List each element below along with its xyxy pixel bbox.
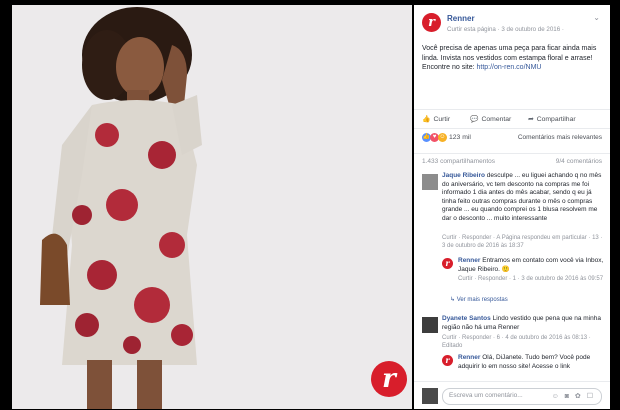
comment-button[interactable]: 💬 Comentar bbox=[470, 115, 511, 123]
brand-logo-letter: r bbox=[382, 364, 396, 394]
share-count-row: 1.433 compartilhamentos 9/4 comentários bbox=[414, 153, 610, 168]
comment-actions[interactable]: Curtir · Responder · A Página respondeu … bbox=[442, 235, 604, 250]
comment-sort-dropdown[interactable]: Comentários mais relevantes bbox=[518, 134, 602, 141]
post-header: r Renner Curtir esta página · 3 de outub… bbox=[414, 5, 610, 40]
page-avatar[interactable]: r bbox=[422, 13, 441, 32]
avatar bbox=[422, 388, 438, 404]
thumbs-up-icon: 👍 bbox=[422, 116, 431, 123]
wow-reaction-icon: ☺ bbox=[438, 133, 447, 142]
comment-body: Jaque Ribeiro desculpe ... eu liguei ach… bbox=[442, 172, 604, 223]
brand-logo-badge: r bbox=[371, 361, 407, 397]
comment-actions[interactable]: Curtir · Responder · 1 · 3 de outubro de… bbox=[458, 276, 604, 284]
comments-count: 9/4 comentários bbox=[555, 158, 602, 165]
comment-actions[interactable]: Curtir · Responder · 6 · 4 de outubro de… bbox=[442, 335, 604, 350]
avatar[interactable]: r bbox=[442, 355, 453, 366]
comment-author[interactable]: Dyanete Santos bbox=[442, 315, 491, 322]
avatar[interactable] bbox=[422, 317, 438, 333]
composer-tools-icons[interactable]: ☺ ◙ ✿ ☐ bbox=[552, 392, 595, 400]
post-photo[interactable]: r bbox=[12, 5, 412, 409]
post-text: Você precisa de apenas uma peça para fic… bbox=[422, 44, 604, 73]
page-name-link[interactable]: Renner bbox=[447, 14, 475, 23]
post-link[interactable]: http://on-ren.co/NMU bbox=[476, 64, 541, 71]
avatar[interactable] bbox=[422, 174, 438, 190]
reactions-row: 👍 ♥ ☺ 123 mil Comentários mais relevante… bbox=[414, 131, 610, 145]
comment-author[interactable]: Renner bbox=[458, 257, 480, 264]
view-more-replies-label: ↳ Ver mais respostas bbox=[450, 297, 508, 303]
model-dress-illustration bbox=[12, 5, 412, 409]
like-label: Curtir bbox=[433, 116, 451, 123]
shares-count[interactable]: 1.433 compartilhamentos bbox=[422, 158, 495, 165]
comment-body: Renner Entramos em contato com você via … bbox=[458, 257, 604, 274]
comment-body: Renner Olá, DiJanete. Tudo bem? Você pod… bbox=[458, 354, 604, 371]
comment-body: Dyanete Santos Lindo vestido que pena qu… bbox=[442, 315, 604, 332]
comment-label: Comentar bbox=[481, 116, 512, 123]
comment-author[interactable]: Jaque Ribeiro bbox=[442, 172, 485, 179]
post-side-panel: r Renner Curtir esta página · 3 de outub… bbox=[414, 5, 610, 409]
comment-icon: 💬 bbox=[470, 116, 479, 123]
post-meta: Curtir esta página · 3 de outubro de 201… bbox=[447, 26, 564, 33]
comment-input-placeholder: Escreva um comentário... bbox=[449, 392, 523, 399]
comment-input[interactable]: Escreva um comentário... ☺ ◙ ✿ ☐ bbox=[442, 388, 602, 405]
reactions-count[interactable]: 123 mil bbox=[449, 134, 471, 141]
share-label: Compartilhar bbox=[536, 116, 576, 123]
comment-composer: Escreva um comentário... ☺ ◙ ✿ ☐ bbox=[414, 381, 610, 410]
comment-author[interactable]: Renner bbox=[458, 354, 480, 361]
viewer-frame: r r Renner Curtir esta página · 3 de out… bbox=[0, 0, 620, 409]
avatar[interactable]: r bbox=[442, 258, 453, 269]
share-button[interactable]: ➦ Compartilhar bbox=[528, 115, 576, 123]
chevron-down-icon[interactable]: ⌄ bbox=[593, 13, 600, 22]
comment-text: Entramos em contato com você via Inbox, … bbox=[458, 257, 604, 273]
post-actions-bar: 👍 Curtir 💬 Comentar ➦ Compartilhar bbox=[414, 109, 610, 129]
comment-text: desculpe ... eu liguei achando q no mês … bbox=[442, 172, 602, 222]
like-button[interactable]: 👍 Curtir bbox=[422, 115, 450, 123]
share-icon: ➦ bbox=[528, 116, 534, 123]
